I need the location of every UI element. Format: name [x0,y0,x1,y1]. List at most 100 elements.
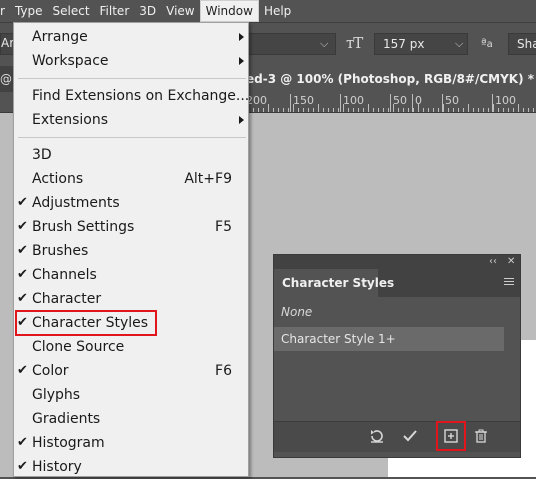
menu-3d[interactable]: 3D [134,0,161,22]
menu-item-history[interactable]: ✔ History [14,455,248,479]
font-size-field[interactable]: 157 px [374,33,468,55]
menu-item-3d[interactable]: 3D [14,143,248,167]
ruler-minor-tick [358,108,359,112]
ruler-minor-tick [303,108,304,112]
menu-item-label: History [32,459,82,475]
menu-item-brush-settings[interactable]: ✔ Brush Settings F5 [14,215,248,239]
ruler-number: 150 [293,94,314,107]
ruler-minor-tick [338,108,339,112]
collapse-panel-icon[interactable]: ‹‹ [489,255,497,269]
menu-item-arrange[interactable]: Arrange [14,25,248,49]
ruler-minor-tick [443,104,444,112]
ruler-minor-tick [478,108,479,112]
ruler-major-tick [390,94,391,112]
menu-item-shortcut: F6 [215,363,232,379]
menu-item-label: Arrange [32,29,88,45]
ruler-minor-tick [268,104,269,112]
menu-item-glyphs[interactable]: Glyphs [14,383,248,407]
antialias-value: Sha [517,37,536,51]
menu-item-workspace[interactable]: Workspace [14,49,248,73]
ruler-minor-tick [483,108,484,112]
ruler-minor-tick [308,108,309,112]
menu-item-clone-source[interactable]: Clone Source [14,335,248,359]
ruler-minor-tick [318,104,319,112]
checkmark-icon: ✔ [17,267,28,282]
panel-menu-icon[interactable] [504,278,514,287]
ruler-minor-tick [423,108,424,112]
style-list: None Character Style 1+ [274,297,520,421]
ruler-minor-tick [273,108,274,112]
menu-item-label: Character Styles [32,315,149,331]
ruler-minor-tick [413,108,414,112]
ruler-minor-tick [458,108,459,112]
style-item-none[interactable]: None [274,300,504,324]
ruler-minor-tick [343,104,344,112]
ruler-minor-tick [513,108,514,112]
menu-item-label: Brush Settings [32,219,135,235]
menu-item-label: Brushes [32,243,89,259]
menu-select[interactable]: Select [48,0,95,22]
menu-help[interactable]: Help [259,0,296,22]
menu-r[interactable]: r [0,0,10,22]
ruler-minor-tick [428,108,429,112]
menu-item-adjustments[interactable]: ✔ Adjustments [14,191,248,215]
menu-item-shortcut: F5 [215,219,232,235]
close-panel-icon[interactable]: ✕ [507,255,515,269]
panel-tab-character-styles[interactable]: Character Styles [274,269,394,297]
ruler-minor-tick [373,108,374,112]
ruler-minor-tick [448,108,449,112]
menu-view[interactable]: View [161,0,199,22]
ruler-minor-tick [503,108,504,112]
submenu-arrow-icon [239,57,244,65]
redefine-style-icon[interactable] [401,428,419,446]
ruler-minor-tick [353,108,354,112]
ruler-minor-tick [453,108,454,112]
ruler-major-tick [340,94,341,112]
menu-item-actions[interactable]: Actions Alt+F9 [14,167,248,191]
checkmark-icon: ✔ [17,219,28,234]
antialias-icon: ªa [481,36,493,50]
menu-type[interactable]: Type [10,0,48,22]
menu-item-gradients[interactable]: Gradients [14,407,248,431]
menu-item-character-styles[interactable]: ✔ Character Styles [14,311,248,335]
menu-item-label: Actions [32,171,84,187]
antialias-field[interactable]: Sha [508,33,536,55]
style-item-character-style-1[interactable]: Character Style 1+ [274,327,504,351]
ruler-minor-tick [298,108,299,112]
menu-item-channels[interactable]: ✔ Channels [14,263,248,287]
menu-window[interactable]: Window [199,0,259,22]
menu-item-find-extensions-on-exchange[interactable]: Find Extensions on Exchange... [14,84,250,108]
panel-title: Character Styles [282,276,395,290]
ruler-minor-tick [388,108,389,112]
panel-footer [274,421,520,452]
font-style-chevron-icon[interactable]: ⌵ [320,37,328,51]
menu-item-histogram[interactable]: ✔ Histogram [14,431,248,455]
menu-separator [18,78,246,79]
ruler-minor-tick [523,108,524,112]
document-tab[interactable]: ed-3 @ 100% (Photoshop, RGB/8#/CMYK) * [212,66,536,92]
ruler-minor-tick [398,108,399,112]
ruler-minor-tick [313,108,314,112]
menu-item-character[interactable]: ✔ Character [14,287,248,311]
menu-item-label: Clone Source [32,339,125,355]
ruler-minor-tick [323,108,324,112]
ruler-minor-tick [253,108,254,112]
delete-icon[interactable] [472,428,490,446]
menu-item-label: Find Extensions on Exchange... [32,88,250,104]
menu-filter[interactable]: Filter [95,0,135,22]
menu-item-shortcut: Alt+F9 [184,171,232,187]
menu-item-extensions[interactable]: Extensions [14,108,248,132]
ruler-minor-tick [348,108,349,112]
submenu-arrow-icon [239,116,244,124]
ruler-minor-tick [498,108,499,112]
menu-item-brushes[interactable]: ✔ Brushes [14,239,248,263]
ruler-minor-tick [493,104,494,112]
menu-item-color[interactable]: ✔ Color F6 [14,359,248,383]
clear-override-icon[interactable] [368,428,386,446]
checkmark-icon: ✔ [17,291,28,306]
ruler-minor-tick [258,108,259,112]
checkmark-icon: ✔ [17,435,28,450]
font-size-chevron-icon[interactable]: ⌵ [455,37,463,51]
ruler-minor-tick [408,108,409,112]
ruler-minor-tick [333,108,334,112]
